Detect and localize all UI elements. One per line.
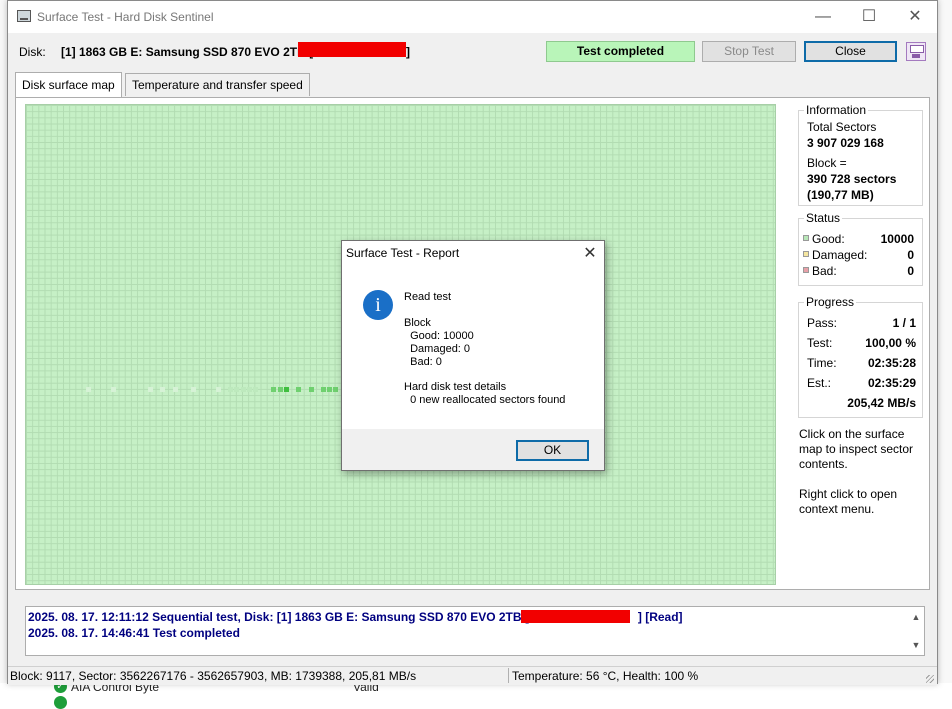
test-value: 100,00 % bbox=[865, 336, 916, 350]
progress-label: Progress bbox=[804, 295, 857, 309]
block-info: Block: 9117, Sector: 3562267176 - 356265… bbox=[10, 669, 417, 683]
app-icon bbox=[17, 10, 31, 22]
time-value: 02:35:28 bbox=[867, 356, 916, 370]
log-entry: 2025. 08. 17. 14:46:41 Test completed bbox=[28, 626, 240, 640]
total-sectors-value: 3 907 029 168 bbox=[807, 136, 884, 150]
dialog-block-label: Block bbox=[404, 317, 431, 329]
close-window-button[interactable]: ✕ bbox=[892, 1, 938, 33]
dialog-title: Surface Test - Report bbox=[346, 246, 460, 260]
surface-block bbox=[148, 387, 153, 392]
surface-block bbox=[321, 387, 326, 392]
surface-block bbox=[309, 387, 314, 392]
event-log[interactable]: 2025. 08. 17. 12:11:12 Sequential test, … bbox=[25, 606, 925, 656]
surface-block bbox=[327, 387, 332, 392]
scroll-up-icon[interactable]: ▲ bbox=[909, 610, 923, 624]
information-group: Information Total Sectors 3 907 029 168 … bbox=[798, 103, 923, 206]
progress-group: Progress Pass: 1 / 1 Test: 100,00 % Time… bbox=[798, 295, 923, 418]
bad-value: 0 bbox=[907, 264, 914, 278]
block-size-value: (190,77 MB) bbox=[807, 188, 874, 202]
stop-test-button[interactable]: Stop Test bbox=[702, 41, 796, 62]
save-icon[interactable] bbox=[906, 42, 926, 61]
surface-block bbox=[247, 387, 252, 392]
tab-temperature-transfer-speed[interactable]: Temperature and transfer speed bbox=[125, 73, 310, 96]
maximize-icon: ☐ bbox=[861, 8, 877, 25]
scroll-down-icon[interactable]: ▼ bbox=[909, 638, 923, 652]
title-bar[interactable]: Surface Test - Hard Disk Sentinel — ☐ ✕ bbox=[8, 1, 937, 33]
pass-label: Pass: bbox=[807, 316, 838, 330]
block-label: Block = bbox=[807, 156, 847, 170]
surface-block bbox=[191, 387, 196, 392]
good-label: Good: bbox=[812, 232, 845, 246]
surface-block bbox=[241, 387, 246, 392]
check-icon bbox=[54, 696, 67, 709]
dialog-close-button[interactable]: ✕ bbox=[578, 242, 602, 266]
test-label: Test: bbox=[807, 336, 833, 350]
window-title: Surface Test - Hard Disk Sentinel bbox=[37, 10, 214, 24]
minimize-icon: — bbox=[815, 8, 831, 25]
good-legend-swatch bbox=[803, 235, 809, 241]
disk-name: [1] 1863 GB E: Samsung SSD 870 EVO 2TB [ bbox=[61, 45, 314, 59]
surface-block bbox=[271, 387, 276, 392]
surface-block bbox=[234, 387, 239, 392]
surface-block bbox=[333, 387, 338, 392]
close-icon: ✕ bbox=[908, 8, 922, 25]
good-value: 10000 bbox=[880, 232, 914, 246]
surface-block bbox=[173, 387, 178, 392]
surface-block bbox=[278, 387, 283, 392]
background-left-strip bbox=[0, 0, 7, 683]
background-right-strip bbox=[938, 0, 952, 683]
right-click-hint: Right click to open context menu. bbox=[799, 487, 898, 516]
damaged-legend-swatch bbox=[803, 251, 809, 257]
est-label: Est.: bbox=[807, 376, 832, 390]
tab-disk-surface-map[interactable]: Disk surface map bbox=[15, 72, 122, 97]
close-button[interactable]: Close bbox=[804, 41, 897, 62]
surface-block bbox=[111, 387, 116, 392]
bad-label: Bad: bbox=[812, 264, 837, 278]
dialog-bad: Bad: 0 bbox=[404, 356, 442, 368]
surface-block bbox=[86, 387, 91, 392]
surface-block bbox=[284, 387, 289, 392]
surface-block bbox=[216, 387, 221, 392]
close-icon: ✕ bbox=[583, 245, 597, 262]
surface-block bbox=[228, 387, 233, 392]
bad-legend-swatch bbox=[803, 267, 809, 273]
disk-name-end: ] bbox=[406, 45, 410, 59]
log-entry-text: 2025. 08. 17. 12:11:12 Sequential test, … bbox=[28, 610, 529, 624]
status-bar: Block: 9117, Sector: 3562267176 - 356265… bbox=[8, 666, 937, 685]
pass-value: 1 / 1 bbox=[892, 316, 916, 330]
speed-value: 205,42 MB/s bbox=[847, 396, 916, 410]
redaction-box bbox=[298, 42, 406, 57]
ok-button[interactable]: OK bbox=[516, 440, 589, 461]
block-sectors-value: 390 728 sectors bbox=[807, 172, 897, 186]
dialog-details-label: Hard disk test details bbox=[404, 381, 507, 393]
temperature-health: Temperature: 56 °C, Health: 100 % bbox=[512, 669, 699, 683]
damaged-value: 0 bbox=[907, 248, 914, 262]
status-group: Status Good: 10000 Damaged: 0 Bad: 0 bbox=[798, 211, 923, 286]
report-dialog: Surface Test - Report ✕ i Read test Bloc… bbox=[341, 240, 605, 471]
damaged-label: Damaged: bbox=[812, 248, 868, 262]
dialog-details-value: 0 new reallocated sectors found bbox=[404, 394, 566, 406]
time-label: Time: bbox=[807, 356, 837, 370]
total-sectors-label: Total Sectors bbox=[807, 120, 877, 134]
minimize-button[interactable]: — bbox=[800, 1, 846, 33]
surface-block bbox=[253, 387, 258, 392]
dialog-damaged: Damaged: 0 bbox=[404, 343, 471, 355]
surface-click-hint: Click on the surface map to inspect sect… bbox=[799, 427, 914, 471]
status-divider bbox=[508, 668, 509, 683]
information-label: Information bbox=[804, 103, 869, 117]
est-value: 02:35:29 bbox=[867, 376, 916, 390]
dialog-heading: Read test bbox=[404, 291, 452, 303]
information-icon: i bbox=[363, 290, 393, 320]
dialog-good: Good: 10000 bbox=[404, 330, 474, 342]
status-label: Status bbox=[804, 211, 843, 225]
disk-label: Disk: bbox=[19, 45, 46, 59]
test-status: Test completed bbox=[546, 41, 695, 62]
surface-block bbox=[296, 387, 301, 392]
log-entry-suffix: ] [Read] bbox=[637, 610, 683, 624]
maximize-button[interactable]: ☐ bbox=[846, 1, 892, 33]
redaction-box bbox=[521, 610, 630, 623]
resize-grip[interactable] bbox=[926, 675, 934, 683]
surface-block bbox=[160, 387, 165, 392]
